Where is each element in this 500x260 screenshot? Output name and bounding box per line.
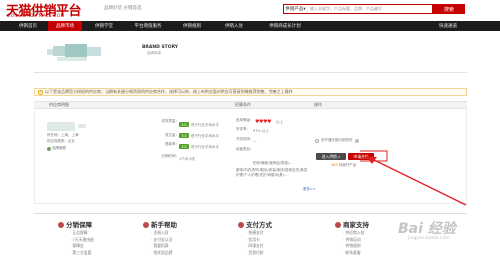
- req-open-label: 开店时间：: [236, 137, 254, 141]
- brand-logo-image: [47, 42, 103, 63]
- footer-link[interactable]: 第三方监管: [70, 250, 94, 257]
- req-category-label: 经营类目：: [236, 147, 254, 151]
- badge-icon: [47, 146, 51, 151]
- site-logo-domain: GONGXIAO.TMALL.COM: [7, 13, 65, 18]
- stat-label-refund: 退款率：: [165, 142, 179, 146]
- footer-divider: [34, 213, 467, 214]
- footer-col-help: 新手帮助 注册入驻 支付宝认证 我要招募 找优质品牌: [143, 219, 177, 256]
- radio-icon[interactable]: [315, 138, 319, 143]
- req-level-label: 信用等级：: [236, 118, 254, 122]
- watermark-url: jingyan.baidu.com: [408, 236, 450, 241]
- stat-label-quality: 供货质量：: [161, 119, 180, 123]
- supplier-name[interactable]: [78, 124, 86, 128]
- req-rate-label: 好评率：: [236, 127, 250, 131]
- pending-products[interactable]: 105 待我开产品: [331, 163, 356, 168]
- stat-tag-quality: 5.0: [179, 122, 189, 127]
- footer-col-guarantee: 分销保障 正品保障 7天无理由退 保障金 第三方监管: [58, 219, 94, 256]
- stat-label-duration: 分销时间：: [161, 154, 180, 158]
- footer-link[interactable]: 找优质品牌: [151, 250, 177, 257]
- nav-item-growth-plan[interactable]: 供销商成长计划: [256, 21, 314, 31]
- notice-text: 以下是该品牌官方授权的供应商，当期有关键分销资质的供应商合作，选择可以的...线…: [45, 89, 293, 94]
- supplier-type: 供应商类型：企业: [47, 139, 75, 143]
- help-circle-icon: [143, 222, 149, 228]
- watermark: Bai 经验: [398, 221, 456, 237]
- divider: [34, 72, 467, 73]
- nav-item-value-services[interactable]: 平台增值服务: [124, 21, 172, 31]
- search-button[interactable]: 搜索: [433, 4, 465, 14]
- credit-hearts: ♥♥♥♥: [255, 119, 271, 125]
- annotation-arrow: [360, 150, 467, 206]
- stat-note-quality: 低于行业平均水平: [191, 123, 219, 127]
- store-subtitle: 品牌故事: [147, 51, 161, 55]
- req-open-value: —: [253, 139, 257, 143]
- footer-col-payment: 支付方式 快捷支付 信用卡 网银支付 货到付款: [238, 219, 272, 256]
- nav-quick-access[interactable]: 快速通道: [430, 21, 466, 31]
- nav-item-home[interactable]: 供销首页: [10, 21, 46, 31]
- stat-note-refund: 低于行业平均水平: [191, 145, 219, 149]
- notice-bar: ! 以下是该品牌官方授权的供应商，当期有关键分销资质的供应商合作，选择可以的..…: [34, 88, 467, 96]
- site-slogan: 品牌好货 分销首选: [104, 6, 142, 11]
- nav-item-rules[interactable]: 供销规则: [172, 21, 212, 31]
- req-category-value: 奶粉/辅食/营养品/零食/...: [253, 161, 293, 165]
- req-rate-value: 97% 以上: [253, 129, 269, 133]
- stat-tag-refund: 5.0: [179, 144, 189, 149]
- th-requirements: 招募条件: [235, 102, 251, 107]
- footer-col-merchant: 商家支持 供应商入驻 供销培训 供销规则 联系客服: [335, 219, 369, 256]
- more-link[interactable]: 更多>>: [303, 187, 316, 192]
- supplier-logo: [47, 122, 75, 131]
- store-icon: [335, 222, 341, 228]
- unopened-notice: 未开通天猫分销供货 ?: [315, 138, 359, 143]
- stat-tag-volume: 5.0: [179, 133, 189, 138]
- th-supplier: 供应商明细: [49, 102, 69, 107]
- footer-link[interactable]: 货到付款: [246, 250, 272, 257]
- help-icon[interactable]: ?: [354, 138, 359, 143]
- req-category-more: 服饰/内衣/配件/鞋包/家装/家纺/居家百货/美容护理/个人护理/洗护/母婴/玩…: [236, 168, 308, 177]
- stat-duration-value: 1个月 6天: [179, 157, 196, 161]
- th-actions: 操作: [314, 102, 322, 107]
- req-level-note: 以上: [276, 120, 283, 124]
- nav-item-settle-in[interactable]: 供销入驻: [212, 21, 256, 31]
- search-input[interactable]: 输入关键字，产品标题、品牌、产品编号: [308, 6, 432, 12]
- search-bar: 供销产品 ▾ 输入关键字，产品标题、品牌、产品编号: [283, 4, 433, 14]
- stat-label-volume: 成交量：: [165, 133, 179, 137]
- nav-item-school[interactable]: 供销学堂: [84, 21, 124, 31]
- footer-link[interactable]: 联系客服: [343, 250, 369, 257]
- info-icon: !: [38, 89, 43, 95]
- enter-supply-button[interactable]: 进入供销 »: [316, 153, 346, 160]
- nav-item-brand-market[interactable]: 品牌市场: [48, 21, 82, 31]
- supplier-badge: 品牌旗舰: [47, 146, 66, 151]
- search-category-select[interactable]: 供销产品 ▾: [284, 5, 308, 13]
- supplier-location: 所在地：上海，上海: [47, 133, 79, 137]
- stat-note-volume: 低于行业平均水平: [191, 134, 219, 138]
- shield-icon: [58, 222, 64, 228]
- wallet-icon: [238, 222, 244, 228]
- store-title: BRAND STORY: [142, 45, 179, 50]
